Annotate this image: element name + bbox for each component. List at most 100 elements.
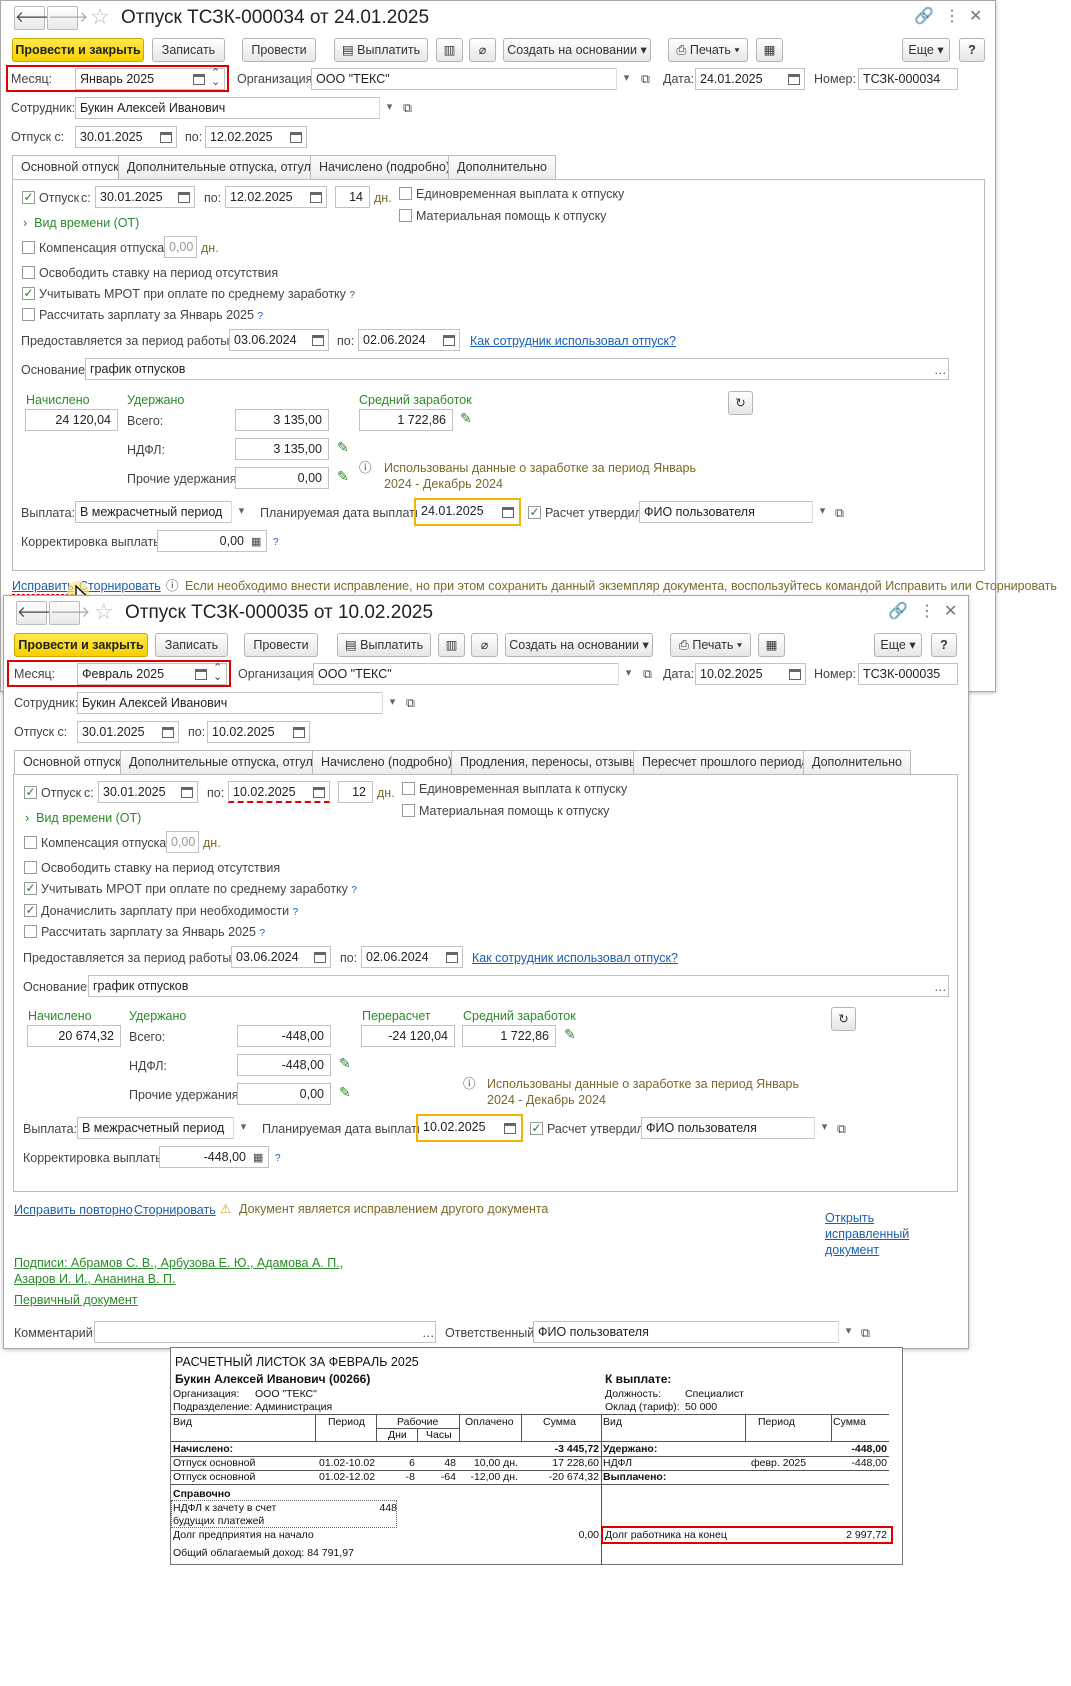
accrued-field[interactable]: 24 120,04 [25, 409, 118, 431]
attach-icon-button[interactable]: ⌀ [471, 633, 498, 657]
more-vert-icon[interactable]: ⋮ [919, 602, 935, 622]
other-field[interactable]: 0,00 [237, 1083, 331, 1105]
ndfl-field[interactable]: 3 135,00 [235, 438, 329, 460]
tab-additional-vacations[interactable]: Дополнительные отпуска, отгулы [118, 155, 329, 180]
extra-accrue-checkbox[interactable]: ✓ [24, 904, 37, 917]
calendar-icon[interactable] [446, 952, 458, 963]
vacation-days-field[interactable]: 12 [338, 781, 373, 803]
journal-icon-button[interactable]: ▥ [438, 633, 465, 657]
close-icon[interactable]: ✕ [944, 602, 957, 622]
open-icon[interactable]: ⧉ [835, 505, 844, 521]
calendar-icon[interactable] [789, 669, 801, 680]
vacation-checkbox[interactable]: ✓ [24, 786, 37, 799]
tab-main-vacation[interactable]: Основной отпуск [14, 750, 130, 775]
approver-field[interactable]: ФИО пользователя [639, 501, 832, 523]
pencil-icon[interactable]: ✎ [339, 1055, 351, 1072]
pencil-icon[interactable]: ✎ [339, 1084, 351, 1101]
tab-additional[interactable]: Дополнительно [448, 155, 556, 180]
help-icon[interactable]: ? [351, 885, 357, 896]
free-rate-checkbox[interactable] [24, 861, 37, 874]
storno-link[interactable]: Сторнировать [134, 1202, 216, 1218]
fix-again-link[interactable]: Исправить повторно [14, 1202, 133, 1218]
pencil-icon[interactable]: ✎ [337, 439, 349, 456]
calendar-icon[interactable] [312, 335, 324, 346]
pencil-icon[interactable]: ✎ [460, 410, 472, 427]
post-button[interactable]: Провести [242, 38, 316, 62]
forward-button[interactable]: 🡒 [49, 601, 90, 625]
help-button[interactable]: ? [959, 38, 985, 62]
free-rate-checkbox[interactable] [22, 266, 35, 279]
post-and-close-button[interactable]: Провести и закрыть [12, 38, 144, 62]
recalc-field[interactable]: -24 120,04 [361, 1025, 455, 1047]
calendar-icon[interactable] [502, 507, 514, 518]
approver-field[interactable]: ФИО пользователя [641, 1117, 834, 1139]
dropdown-arrow-icon[interactable]: ▾ [379, 97, 399, 119]
tab-accrued-detail[interactable]: Начислено (подробно) [310, 155, 460, 180]
mrot-checkbox[interactable]: ✓ [22, 287, 35, 300]
more-vert-icon[interactable]: ⋮ [944, 7, 960, 27]
material-help-checkbox[interactable] [402, 804, 415, 817]
calculator-icon[interactable]: ▦ [253, 1150, 263, 1166]
forward-button[interactable]: 🡒 [47, 6, 88, 30]
more-button[interactable]: Еще ▾ [874, 633, 922, 657]
favorite-star-icon[interactable]: ☆ [90, 5, 110, 29]
time-kind-toggle[interactable]: › Вид времени (ОТ) [23, 215, 139, 231]
how-used-link[interactable]: Как сотрудник использовал отпуск? [470, 333, 676, 349]
help-icon[interactable]: ? [275, 1151, 281, 1167]
calc-salary-checkbox[interactable] [22, 308, 35, 321]
vacation-checkbox[interactable]: ✓ [22, 191, 35, 204]
open-icon[interactable]: ⧉ [861, 1325, 870, 1341]
tab-extensions[interactable]: Продления, переносы, отзывы [451, 750, 648, 775]
total-field[interactable]: -448,00 [237, 1025, 331, 1047]
dropdown-arrow-icon[interactable]: ▾ [382, 692, 402, 714]
calendar-icon[interactable] [160, 132, 172, 143]
calendar-icon[interactable] [310, 192, 322, 203]
approved-checkbox[interactable]: ✓ [530, 1122, 543, 1135]
calendar-icon[interactable] [443, 335, 455, 346]
compensation-checkbox[interactable] [22, 241, 35, 254]
calendar-icon[interactable] [788, 74, 800, 85]
link-icon[interactable]: 🔗 [914, 7, 934, 27]
number-field[interactable]: ТСЗК-000034 [858, 68, 958, 90]
report-icon-button[interactable]: ▦ [756, 38, 783, 62]
calendar-icon[interactable] [193, 74, 205, 85]
tab-accrued-detail[interactable]: Начислено (подробно) [312, 750, 462, 775]
dropdown-arrow-icon[interactable]: ▾ [618, 663, 638, 685]
basis-field[interactable]: график отпусков [85, 358, 949, 380]
org-field[interactable]: ООО "ТЕКС" [313, 663, 638, 685]
help-icon[interactable]: ? [259, 928, 265, 939]
more-button[interactable]: Еще ▾ [902, 38, 950, 62]
help-icon[interactable]: ? [273, 535, 279, 551]
help-icon[interactable]: ? [257, 311, 263, 322]
compensation-checkbox[interactable] [24, 836, 37, 849]
save-button[interactable]: Записать [155, 633, 228, 657]
avg-earnings-field[interactable]: 1 722,86 [359, 409, 453, 431]
employee-field[interactable]: Букин Алексей Иванович [77, 692, 402, 714]
post-button[interactable]: Провести [244, 633, 318, 657]
favorite-star-icon[interactable]: ☆ [94, 600, 114, 624]
calc-salary-checkbox[interactable] [24, 925, 37, 938]
back-button[interactable]: 🡐 [16, 601, 57, 625]
dropdown-arrow-icon[interactable]: ▾ [814, 1117, 834, 1139]
back-button[interactable]: 🡐 [14, 6, 55, 30]
basis-field[interactable]: график отпусков [88, 975, 949, 997]
calendar-icon[interactable] [181, 787, 193, 798]
one-time-payment-checkbox[interactable] [399, 187, 412, 200]
dropdown-arrow-icon[interactable]: ▾ [616, 68, 636, 90]
calendar-icon[interactable] [178, 192, 190, 203]
signatures-link[interactable]: Подписи: Абрамов С. В., Арбузова Е. Ю., … [14, 1255, 354, 1287]
vacation-days-field[interactable]: 14 [335, 186, 370, 208]
calendar-icon[interactable] [314, 952, 326, 963]
print-button[interactable]: ⎙ Печать ▾ [670, 633, 751, 657]
link-icon[interactable]: 🔗 [888, 602, 908, 622]
number-field[interactable]: ТСЗК-000035 [858, 663, 958, 685]
one-time-payment-checkbox[interactable] [402, 782, 415, 795]
dropdown-arrow-icon[interactable]: ▾ [233, 1117, 253, 1139]
ellipsis-icon[interactable]: … [422, 1325, 435, 1341]
dropdown-arrow-icon[interactable]: ▾ [812, 501, 832, 523]
tab-recalc-past[interactable]: Пересчет прошлого периода [633, 750, 818, 775]
create-based-button[interactable]: Создать на основании ▾ [505, 633, 653, 657]
ellipsis-icon[interactable]: … [934, 979, 947, 995]
calendar-icon[interactable] [293, 727, 305, 738]
compensation-field[interactable]: 0,00 [164, 236, 197, 258]
